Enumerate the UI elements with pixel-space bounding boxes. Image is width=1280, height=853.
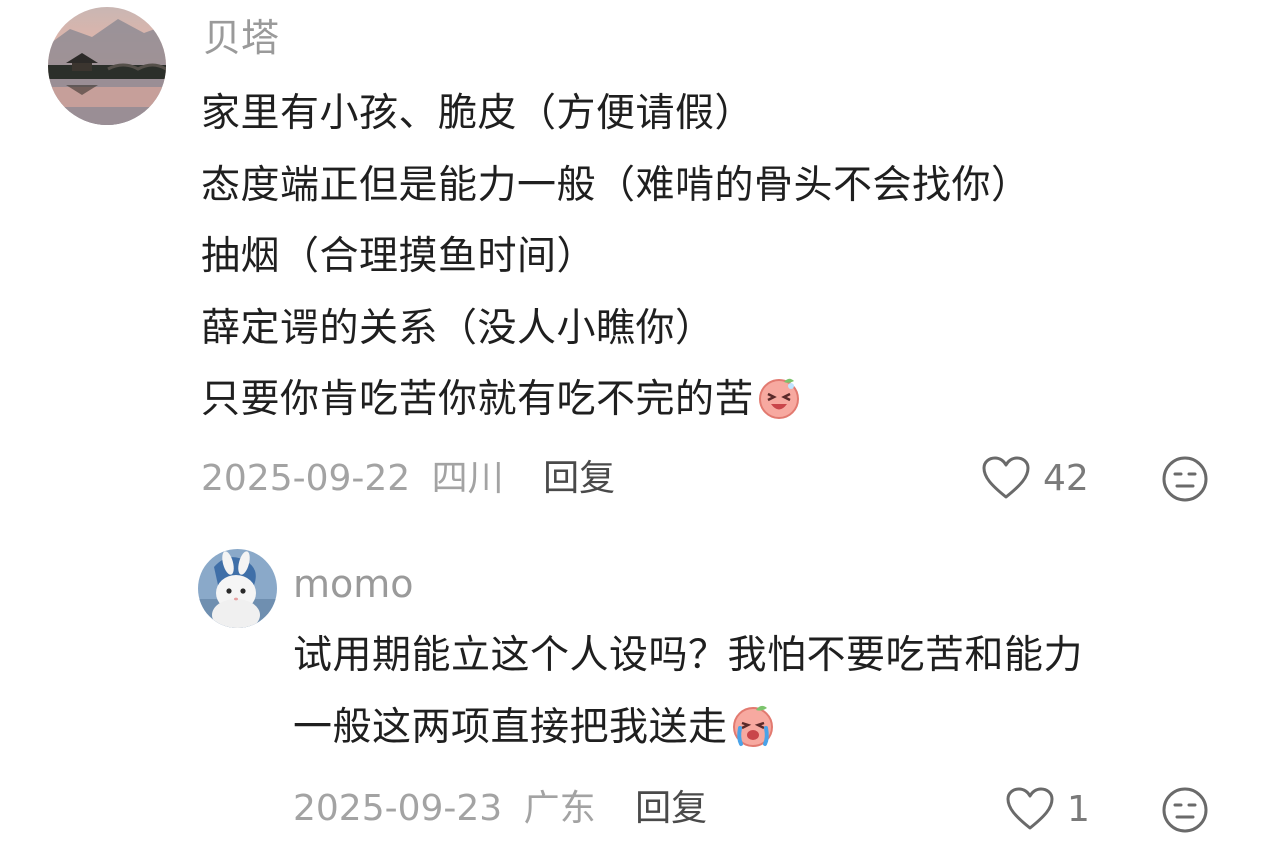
comment-line: 家里有小孩、脆皮（方便请假）	[201, 91, 755, 136]
heart-outline-icon	[1006, 787, 1054, 830]
comment-line-text: 只要你肯吃苦你就有吃不完的苦	[201, 377, 755, 422]
laughing-peach-sticker	[756, 372, 802, 419]
avatar-image	[48, 7, 166, 125]
like-count: 42	[1043, 457, 1089, 499]
avatar[interactable]	[48, 7, 166, 125]
like-button[interactable]: 1	[1005, 786, 1117, 832]
comment-line: 薛定谔的关系（没人小瞧你）	[201, 305, 715, 351]
crying-peach-sticker	[730, 700, 776, 747]
comment-date: 2025-09-23	[293, 788, 503, 829]
username[interactable]: momo	[293, 565, 414, 603]
comment-line: 抽烟（合理摸鱼时间）	[201, 234, 597, 279]
dislike-button[interactable]	[1161, 455, 1209, 503]
comment-line-text: 一般这两项直接把我送走	[293, 704, 728, 750]
comment-actions: 42	[981, 455, 1093, 501]
avatar-image	[198, 549, 277, 628]
comment-line: 一般这两项直接把我送走	[293, 692, 1083, 764]
comment-text: 试用期能立这个人设吗？我怕不要吃苦和能力 一般这两项直接把我送走	[293, 620, 1083, 763]
reply-button[interactable]: 回复	[635, 788, 707, 829]
comment-date: 2025-09-22	[201, 458, 411, 499]
meh-face-icon	[1162, 456, 1208, 502]
comment-line: 试用期能立这个人设吗？我怕不要吃苦和能力	[293, 633, 1084, 678]
comment-actions: 1	[1005, 786, 1117, 832]
username[interactable]: 贝塔	[203, 19, 279, 57]
like-button[interactable]: 42	[981, 455, 1093, 501]
comment-line: 只要你肯吃苦你就有吃不完的苦	[201, 364, 1031, 436]
comment-text: 家里有小孩、脆皮（方便请假） 态度端正但是能力一般（难啃的骨头不会找你） 抽烟（…	[201, 78, 1031, 436]
comment-meta: 2025-09-23 广东 回复	[293, 791, 707, 827]
avatar[interactable]	[198, 549, 277, 628]
heart-outline-icon	[982, 456, 1030, 499]
dislike-button[interactable]	[1161, 786, 1209, 834]
comment-location: 四川	[431, 458, 504, 499]
reply-button[interactable]: 回复	[543, 458, 615, 499]
like-count: 1	[1067, 788, 1090, 830]
comment-line: 态度端正但是能力一般（难啃的骨头不会找你）	[201, 162, 1031, 208]
meh-face-icon	[1162, 787, 1208, 833]
comment-meta: 2025-09-22 四川 回复	[201, 461, 615, 497]
comment-location: 广东	[523, 788, 596, 829]
